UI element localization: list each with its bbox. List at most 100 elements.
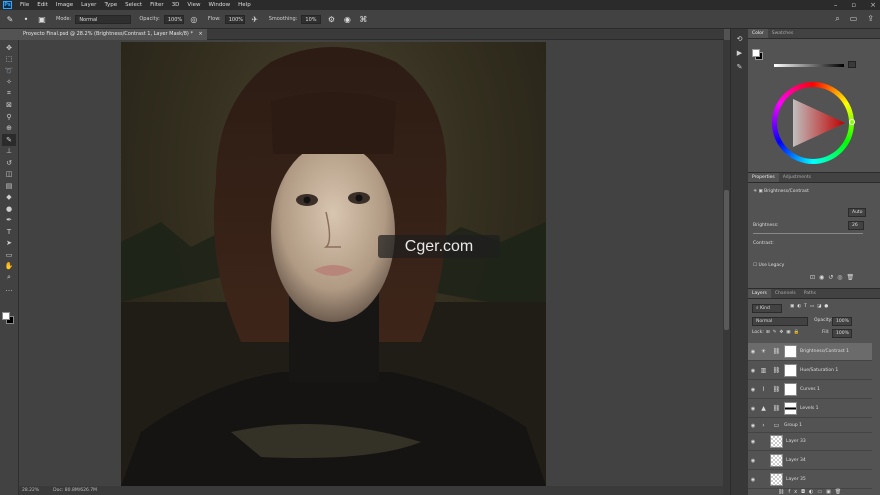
menu-file[interactable]: File <box>16 2 33 8</box>
menu-select[interactable]: Select <box>121 2 146 8</box>
mask-link-icon[interactable]: ⛓ <box>771 384 782 395</box>
workspace-icon[interactable]: ▭ <box>850 14 858 24</box>
visibility-eye-icon[interactable]: ◉ <box>748 349 758 355</box>
canvas-area[interactable] <box>19 40 723 486</box>
clone-stamp-tool-icon[interactable]: ⊥ <box>2 146 16 158</box>
airbrush-icon[interactable]: ✈ <box>249 13 261 25</box>
eraser-tool-icon[interactable]: ◫ <box>2 169 16 181</box>
actions-panel-icon[interactable]: ▶ <box>737 49 742 57</box>
crop-tool-icon[interactable]: ⌗ <box>2 88 16 100</box>
lasso-tool-icon[interactable]: ➰ <box>2 65 16 77</box>
menu-3d[interactable]: 3D <box>168 2 184 8</box>
mask-link-icon[interactable]: ⛓ <box>771 365 782 376</box>
color-wheel[interactable] <box>772 82 855 164</box>
canvas-scrollbar[interactable] <box>723 40 730 495</box>
gradient-tool-icon[interactable]: ▤ <box>2 180 16 192</box>
visibility-eye-icon[interactable]: ◉ <box>748 387 758 393</box>
maximize-icon[interactable]: ▫ <box>851 0 856 10</box>
layer-mask-thumbnail[interactable] <box>784 383 797 396</box>
layers-footer-icons[interactable]: ⛓fx◘◐▭▣🗑 <box>778 489 845 495</box>
healing-brush-tool-icon[interactable]: ⊕ <box>2 123 16 135</box>
zoom-level[interactable]: 28.22% <box>22 488 39 493</box>
layer-row[interactable]: ◉ ▲ ⛓ Levels 1 <box>748 400 872 418</box>
visibility-eye-icon[interactable]: ◉ <box>748 458 758 464</box>
properties-footer-icons[interactable]: ⊡◉↺◎🗑 <box>810 274 858 281</box>
color-fg-swatch[interactable] <box>752 49 760 57</box>
layer-thumbnail[interactable] <box>770 454 783 467</box>
auto-button[interactable]: Auto <box>848 208 867 217</box>
history-panel-icon[interactable]: ⟲ <box>737 35 743 43</box>
menu-type[interactable]: Type <box>100 2 121 8</box>
layer-mask-thumbnail[interactable] <box>784 345 797 358</box>
scrollbar-thumb[interactable] <box>724 190 729 330</box>
hand-tool-icon[interactable]: ✋ <box>2 261 16 273</box>
edit-toolbar-icon[interactable]: … <box>2 284 16 296</box>
visibility-eye-icon[interactable]: ◉ <box>748 477 758 483</box>
smoothing-settings-icon[interactable]: ⚙ <box>325 13 337 25</box>
use-legacy-checkbox[interactable]: ☐ Use Legacy <box>753 263 784 268</box>
mask-link-icon[interactable]: ⛓ <box>771 346 782 357</box>
share-icon[interactable]: ⇪ <box>867 14 874 24</box>
hue-picker[interactable] <box>849 119 855 125</box>
brush-tool-icon[interactable]: ✎ <box>2 134 16 146</box>
tab-paths[interactable]: Paths <box>800 289 820 298</box>
visibility-eye-icon[interactable]: ◉ <box>748 406 758 412</box>
type-tool-icon[interactable]: T <box>2 226 16 238</box>
zoom-tool-icon[interactable]: ⌕ <box>2 272 16 284</box>
frame-tool-icon[interactable]: ⊠ <box>2 100 16 112</box>
visibility-eye-icon[interactable]: ◉ <box>748 423 758 429</box>
layer-row[interactable]: ◉ ☀ ⛓ Brightness/Contrast 1 <box>748 343 872 361</box>
layer-filter-kind[interactable]: ⌕ Kind <box>752 304 782 313</box>
smoothing-field[interactable]: 10% <box>301 14 322 24</box>
brightness-field[interactable]: 26 <box>848 221 864 230</box>
tab-color[interactable]: Color <box>748 29 768 38</box>
layer-row[interactable]: ◉ Layer 35 <box>748 471 872 489</box>
brush-preset-icon[interactable]: • <box>20 13 32 25</box>
brightness-slider[interactable] <box>774 64 844 67</box>
color-triangle[interactable] <box>777 87 849 159</box>
menu-help[interactable]: Help <box>234 2 255 8</box>
pressure-opacity-icon[interactable]: ◎ <box>188 13 200 25</box>
opacity-field[interactable]: 100% <box>163 14 184 24</box>
layer-row[interactable]: ◉ ▥ ⛓ Hue/Saturation 1 <box>748 362 872 380</box>
document-tab-close-icon[interactable]: × <box>199 31 203 37</box>
close-icon[interactable]: × <box>870 0 876 10</box>
eyedropper-tool-icon[interactable]: ⚲ <box>2 111 16 123</box>
tab-layers[interactable]: Layers <box>748 289 771 298</box>
menu-window[interactable]: Window <box>204 2 234 8</box>
shape-tool-icon[interactable]: ▭ <box>2 249 16 261</box>
marquee-tool-icon[interactable]: ⬚ <box>2 54 16 66</box>
brush-tool-icon[interactable]: ✎ <box>4 13 16 25</box>
search-icon[interactable]: ⌕ <box>835 14 839 24</box>
tab-properties[interactable]: Properties <box>748 173 779 182</box>
minimize-icon[interactable]: – <box>834 0 838 10</box>
visibility-eye-icon[interactable]: ◉ <box>748 368 758 374</box>
expand-arrow-icon[interactable]: › <box>758 420 769 431</box>
brush-panel-icon[interactable]: ✎ <box>737 63 743 71</box>
tab-swatches[interactable]: Swatches <box>768 29 798 38</box>
document-tab[interactable]: Proyecto Final.psd @ 28.2% (Brightness/C… <box>19 29 207 40</box>
color-value-field[interactable] <box>848 61 856 68</box>
layer-row[interactable]: ◉ ⌇ ⛓ Curves 1 <box>748 381 872 399</box>
fill-field[interactable]: 100% <box>832 329 852 338</box>
layer-mask-thumbnail[interactable] <box>784 364 797 377</box>
pen-tool-icon[interactable]: ✒ <box>2 215 16 227</box>
layer-mask-thumbnail[interactable] <box>784 402 797 415</box>
tab-adjustments[interactable]: Adjustments <box>779 173 815 182</box>
history-brush-tool-icon[interactable]: ↺ <box>2 157 16 169</box>
brightness-slider-track[interactable] <box>753 233 863 234</box>
lock-icons[interactable]: ⊞✎✥▣🔒 <box>766 330 802 335</box>
layer-thumbnail[interactable] <box>770 435 783 448</box>
dodge-tool-icon[interactable]: ● <box>2 203 16 215</box>
layer-filter-icons[interactable]: ▣◐T▭◪● <box>790 304 831 309</box>
magic-wand-tool-icon[interactable]: ✧ <box>2 77 16 89</box>
layer-row[interactable]: ◉ Layer 34 <box>748 452 872 470</box>
blur-tool-icon[interactable]: ◆ <box>2 192 16 204</box>
pressure-size-icon[interactable]: ◉ <box>341 13 353 25</box>
symmetry-icon[interactable]: ⌘ <box>357 13 369 25</box>
artwork-canvas[interactable] <box>121 42 546 486</box>
menu-edit[interactable]: Edit <box>33 2 52 8</box>
move-tool-icon[interactable]: ✥ <box>2 42 16 54</box>
menu-filter[interactable]: Filter <box>146 2 168 8</box>
layer-group-row[interactable]: ◉ › ▭ Group 1 <box>748 419 872 433</box>
